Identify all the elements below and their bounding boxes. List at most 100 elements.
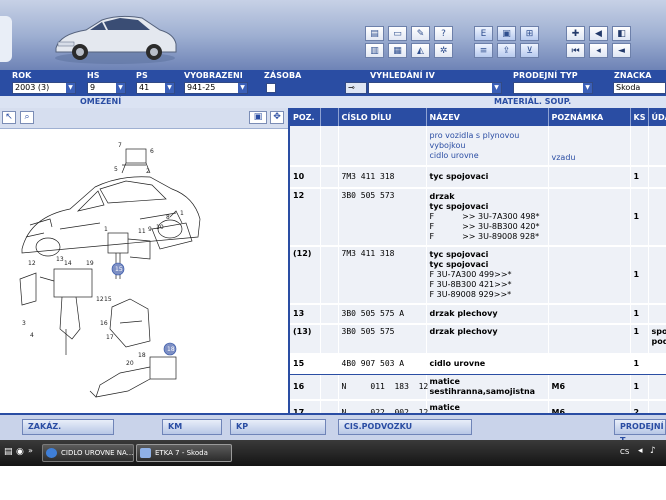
catalog-icon[interactable]: ▥ xyxy=(365,43,384,58)
browser-quicklaunch-icon[interactable]: ◉ xyxy=(16,447,24,457)
code-cell: 3B0 505 573 xyxy=(338,188,427,247)
znacka-value: Skoda xyxy=(616,83,641,92)
tools-icon[interactable]: ✎ xyxy=(411,26,430,41)
settings-icon[interactable]: ✲ xyxy=(434,43,453,58)
table-row[interactable]: (13) 3B0 505 575 drzak plechovy 1 spo po… xyxy=(290,324,666,355)
fit-icon[interactable]: ▣ xyxy=(249,111,267,124)
chevron-down-icon: ▼ xyxy=(492,83,501,93)
hs-value: 9 xyxy=(90,83,96,92)
diagram-label[interactable]: 18 xyxy=(138,352,146,359)
chevron-right-icon[interactable]: » xyxy=(28,446,33,455)
diagram-label[interactable]: 4 xyxy=(30,332,34,339)
back-icon[interactable]: ◄ xyxy=(612,43,631,58)
vyhledani-select[interactable]: ▼ xyxy=(368,82,502,94)
list-icon[interactable]: ≡ xyxy=(474,43,493,58)
key-icon[interactable]: ⊸ xyxy=(345,82,367,94)
name-cell: cidlo urovne xyxy=(426,353,549,375)
table-row[interactable]: 16 N 011 183 12 matice sestihranna,samoj… xyxy=(290,374,666,401)
table-row[interactable]: (12) 7M3 411 318 tyc spojovaci tyc spojo… xyxy=(290,246,666,305)
diagram-label[interactable]: 16 xyxy=(100,320,108,327)
diagram-label[interactable]: 15 xyxy=(104,296,112,303)
column-header[interactable]: ÚDA xyxy=(648,108,666,126)
name-cell: drzak plechovy xyxy=(426,304,549,325)
note-cell xyxy=(548,324,631,355)
table-row[interactable]: 17 N 022 002 12 matice sestihranna,samoj… xyxy=(290,399,666,413)
diagram-label[interactable]: 10 xyxy=(156,224,164,231)
zoom-icon[interactable]: ⌕ xyxy=(20,111,34,124)
print-icon[interactable]: ▤ xyxy=(365,26,384,41)
callout-label[interactable]: 15 xyxy=(115,266,123,273)
zakaz-button[interactable]: ZAKÁZ. xyxy=(22,419,114,435)
diagram-label[interactable]: 1 xyxy=(104,226,108,233)
diagram-label[interactable]: 12 xyxy=(96,296,104,303)
table-row[interactable]: 12 3B0 505 573 drzak tyc spojovaci F >> … xyxy=(290,188,666,247)
tray-icon[interactable]: ◂ xyxy=(638,446,643,456)
language-indicator[interactable]: CS xyxy=(620,448,629,456)
diagram-label[interactable]: 11 xyxy=(138,228,146,235)
column-header[interactable]: POZ. xyxy=(290,108,321,126)
show-desktop-icon[interactable]: ▤ xyxy=(4,447,13,457)
tree-icon[interactable]: ⊞ xyxy=(520,26,539,41)
diagram-label[interactable]: 14 xyxy=(64,260,72,267)
diagram-label[interactable]: 20 xyxy=(126,360,134,367)
go-start-icon[interactable]: ⏮ xyxy=(566,43,585,58)
hs-select[interactable]: 9 ▼ xyxy=(87,82,126,94)
diagram-label[interactable]: 6 xyxy=(150,148,154,155)
poz-cell: 12 xyxy=(290,188,321,247)
diagram-label[interactable]: 12 xyxy=(28,260,36,267)
diagram-label[interactable]: 2 xyxy=(146,168,150,175)
diagram-label[interactable]: 7 xyxy=(118,142,122,149)
callout-label[interactable]: 18 xyxy=(167,346,175,353)
move-icon[interactable]: ✥ xyxy=(270,111,284,124)
taskbar-item-browser[interactable]: CIDLO UROVNE NA... xyxy=(42,444,134,462)
column-header[interactable]: CÍSLO DÍLU xyxy=(338,108,427,126)
prodejni-button[interactable]: PRODEJNÍ T xyxy=(614,419,666,445)
rok-select[interactable]: 2003 (3) ▼ xyxy=(12,82,76,94)
elsa-icon[interactable]: E xyxy=(474,26,493,41)
column-header[interactable] xyxy=(320,108,339,126)
znacka-select[interactable]: Skoda xyxy=(613,82,666,94)
ps-select[interactable]: 41 ▼ xyxy=(136,82,175,94)
notes-icon[interactable]: ▦ xyxy=(388,43,407,58)
table-row[interactable]: 13 3B0 505 575 A drzak plechovy 1 xyxy=(290,304,666,325)
book-icon[interactable]: ▭ xyxy=(388,26,407,41)
diagram-label[interactable]: 19 xyxy=(86,260,94,267)
diagram-label[interactable]: 5 xyxy=(114,166,118,173)
diagram-label[interactable]: 13 xyxy=(56,256,64,263)
poz-cell: (13) xyxy=(290,324,321,355)
table-row[interactable]: 10 7M3 411 318 tyc spojovaci 1 xyxy=(290,166,666,189)
vyobrazeni-select[interactable]: 941-25 ▼ xyxy=(184,82,248,94)
first-page-icon[interactable]: ◧ xyxy=(612,26,631,41)
question-icon[interactable]: ? xyxy=(434,26,453,41)
prev-page-icon[interactable]: ◀ xyxy=(589,26,608,41)
go-prev-icon[interactable]: ◂ xyxy=(589,43,608,58)
pointer-icon[interactable]: ↖ xyxy=(2,111,16,124)
table-row-header-info[interactable]: pro vozidla s plynovou vybojkou cidlo ur… xyxy=(290,126,666,167)
options-icon[interactable]: ▣ xyxy=(497,26,516,41)
column-header[interactable]: POZNÁMKA xyxy=(548,108,631,126)
material-label[interactable]: MATERIÁL. SOUP. xyxy=(494,97,571,106)
pin-icon[interactable]: ✚ xyxy=(566,26,585,41)
diagram-label[interactable]: 17 xyxy=(106,334,114,341)
taskbar-item-etka[interactable]: ETKA 7 - Skoda xyxy=(136,444,232,462)
name-line: tyc spojovaci xyxy=(429,250,489,259)
export-icon[interactable]: ⇪ xyxy=(497,43,516,58)
column-header[interactable]: NÁZEV xyxy=(426,108,549,126)
volume-icon[interactable]: ♪ xyxy=(650,446,656,456)
diagram-label[interactable]: 8 xyxy=(166,214,170,221)
cis-podvozku-button[interactable]: CIS.PODVOZKU xyxy=(338,419,472,435)
column-header[interactable]: KS xyxy=(630,108,649,126)
km-button[interactable]: KM xyxy=(162,419,222,435)
table-row-selected[interactable]: 15 4B0 907 503 A cidlo urovne 1 xyxy=(290,353,666,375)
diagram-label[interactable]: 3 xyxy=(22,320,26,327)
zasoba-checkbox[interactable] xyxy=(266,83,276,93)
omezeni-label[interactable]: OMEZENÍ xyxy=(80,97,121,106)
cart-icon[interactable]: ⊻ xyxy=(520,43,539,58)
diagram-label[interactable]: 9 xyxy=(148,226,152,233)
car-icon[interactable]: ◭ xyxy=(411,43,430,58)
parts-diagram[interactable]: 7 5 2 6 8 1 10 9 1 11 12 12 13 14 19 15 … xyxy=(0,129,288,413)
kp-button[interactable]: KP xyxy=(230,419,326,435)
diagram-label[interactable]: 1 xyxy=(180,210,184,217)
prodejni-select[interactable]: ▼ xyxy=(513,82,593,94)
chevron-down-icon: ▼ xyxy=(116,83,125,93)
